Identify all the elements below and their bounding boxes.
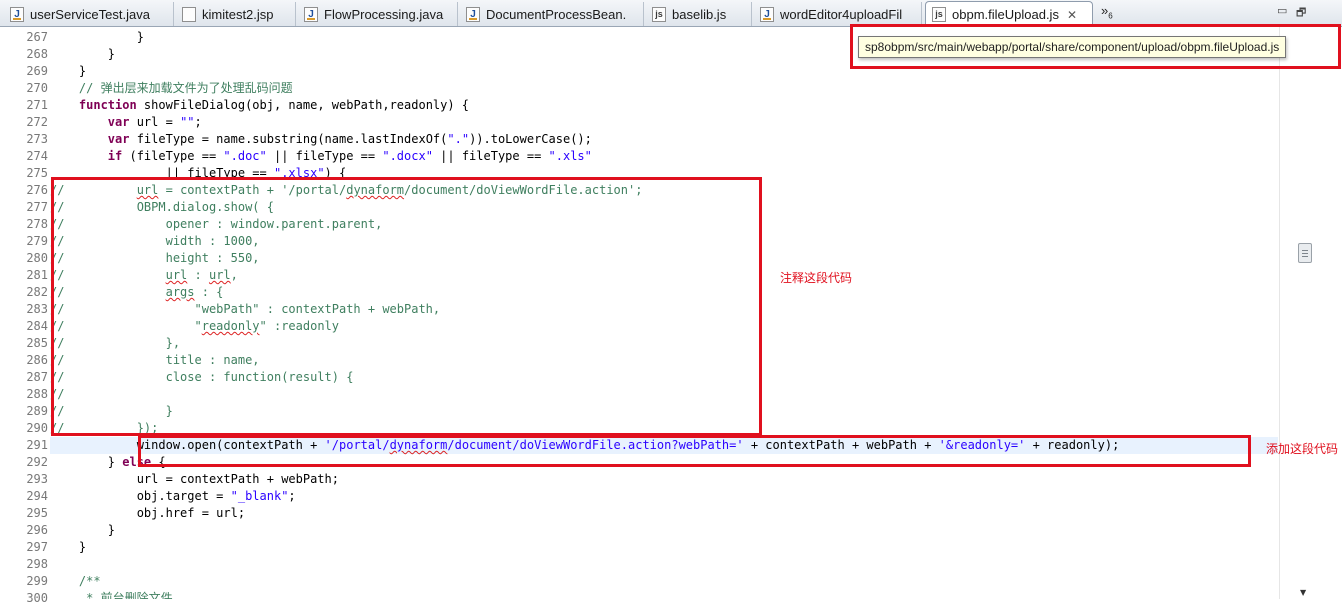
line-number: 295 xyxy=(26,506,48,520)
java-file-icon: J xyxy=(304,6,318,22)
code-line[interactable]: * 前台删除文件 xyxy=(50,590,1278,599)
line-number: 297 xyxy=(26,540,48,554)
line-number: 296 xyxy=(26,523,48,537)
overflow-count: 6 xyxy=(1108,11,1113,21)
java-file-icon: J xyxy=(466,6,480,22)
line-number: 299 xyxy=(26,574,48,588)
line-number: 270 xyxy=(26,81,48,95)
line-number: 293 xyxy=(26,472,48,486)
minimize-button[interactable]: ▭ xyxy=(1277,4,1287,17)
code-line[interactable]: // 弹出层来加载文件为了处理乱码问题 xyxy=(50,80,1278,97)
add-annotation-label: 添加这段代码 xyxy=(1266,442,1339,456)
line-number: 288 xyxy=(26,387,48,401)
tab-flowprocessing-java[interactable]: J FlowProcessing.java xyxy=(298,2,458,26)
java-file-icon: J xyxy=(760,6,774,22)
tab-label: obpm.fileUpload.js xyxy=(952,7,1059,22)
code-line[interactable]: } xyxy=(50,522,1278,539)
line-number: 294 xyxy=(26,489,48,503)
line-number: 276 xyxy=(26,183,48,197)
tab-label: DocumentProcessBean. xyxy=(486,6,627,22)
line-number: 279 xyxy=(26,234,48,248)
tab-documentprocessbean-java[interactable]: J DocumentProcessBean. xyxy=(460,2,644,26)
tab-wordeditor4uploadfil[interactable]: J wordEditor4uploadFil xyxy=(754,2,922,26)
tab-overflow-button[interactable]: »6 xyxy=(1101,3,1113,21)
added-code-highlight-box xyxy=(138,435,1251,467)
line-number: 289 xyxy=(26,404,48,418)
editor-tab-bar: J userServiceTest.java kimitest2.jsp J F… xyxy=(0,0,1342,27)
line-number: 284 xyxy=(26,319,48,333)
tab-userservicetest-java[interactable]: J userServiceTest.java xyxy=(4,2,174,26)
tab-baselib-js[interactable]: js baselib.js xyxy=(646,2,752,26)
line-number: 291 xyxy=(26,438,48,452)
line-number: 292 xyxy=(26,455,48,469)
code-line[interactable]: var url = ""; xyxy=(50,114,1278,131)
tab-kimitest2-jsp[interactable]: kimitest2.jsp xyxy=(176,2,296,26)
line-number: 278 xyxy=(26,217,48,231)
code-line[interactable]: function showFileDialog(obj, name, webPa… xyxy=(50,97,1278,114)
java-file-icon: J xyxy=(10,6,24,22)
scroll-down-arrow-icon[interactable]: ▼ xyxy=(1300,588,1306,597)
line-number: 285 xyxy=(26,336,48,350)
line-number: 268 xyxy=(26,47,48,61)
tab-label: wordEditor4uploadFil xyxy=(780,6,903,22)
tab-label: kimitest2.jsp xyxy=(202,6,274,22)
js-file-icon: js xyxy=(652,6,666,22)
line-number: 298 xyxy=(26,557,48,571)
line-number: 275 xyxy=(26,166,48,180)
maximize-button[interactable]: 🗗 xyxy=(1296,4,1306,23)
code-line[interactable]: obj.href = url; xyxy=(50,505,1278,522)
scrollbar-thumb[interactable] xyxy=(1298,243,1312,263)
code-line[interactable]: url = contextPath + webPath; xyxy=(50,471,1278,488)
code-line[interactable] xyxy=(50,556,1278,573)
commented-code-highlight-box xyxy=(51,177,762,436)
line-number: 273 xyxy=(26,132,48,146)
close-icon[interactable]: ✕ xyxy=(1067,8,1077,22)
code-line[interactable]: var fileType = name.substring(name.lastI… xyxy=(50,131,1278,148)
line-number-gutter[interactable]: 267 268 269 270 271 272 273 274 275 276 277 278 279 2… xyxy=(8,27,50,605)
js-file-icon: js xyxy=(932,7,946,22)
line-number: 269 xyxy=(26,64,48,78)
tooltip-highlight-box xyxy=(850,24,1341,69)
line-number: 277 xyxy=(26,200,48,214)
line-number: 281 xyxy=(26,268,48,282)
line-number: 280 xyxy=(26,251,48,265)
line-number: 290 xyxy=(26,421,48,435)
line-number: 272 xyxy=(26,115,48,129)
jsp-file-icon xyxy=(182,6,196,22)
line-number: 271 xyxy=(26,98,48,112)
line-number: 287 xyxy=(26,370,48,384)
tab-label: baselib.js xyxy=(672,6,727,22)
line-number: 286 xyxy=(26,353,48,367)
line-number: 283 xyxy=(26,302,48,316)
tab-label: userServiceTest.java xyxy=(30,6,150,22)
tab-label: FlowProcessing.java xyxy=(324,6,444,22)
line-number: 282 xyxy=(26,285,48,299)
vertical-scrollbar[interactable]: ▼ xyxy=(1279,27,1342,599)
code-line[interactable]: /** xyxy=(50,573,1278,590)
comment-annotation-label: 注释这段代码 xyxy=(780,271,853,285)
code-line[interactable]: if (fileType == ".doc" || fileType == ".… xyxy=(50,148,1278,165)
code-line[interactable]: } xyxy=(50,539,1278,556)
code-line[interactable]: obj.target = "_blank"; xyxy=(50,488,1278,505)
line-number: 267 xyxy=(26,30,48,44)
line-number: 274 xyxy=(26,149,48,163)
